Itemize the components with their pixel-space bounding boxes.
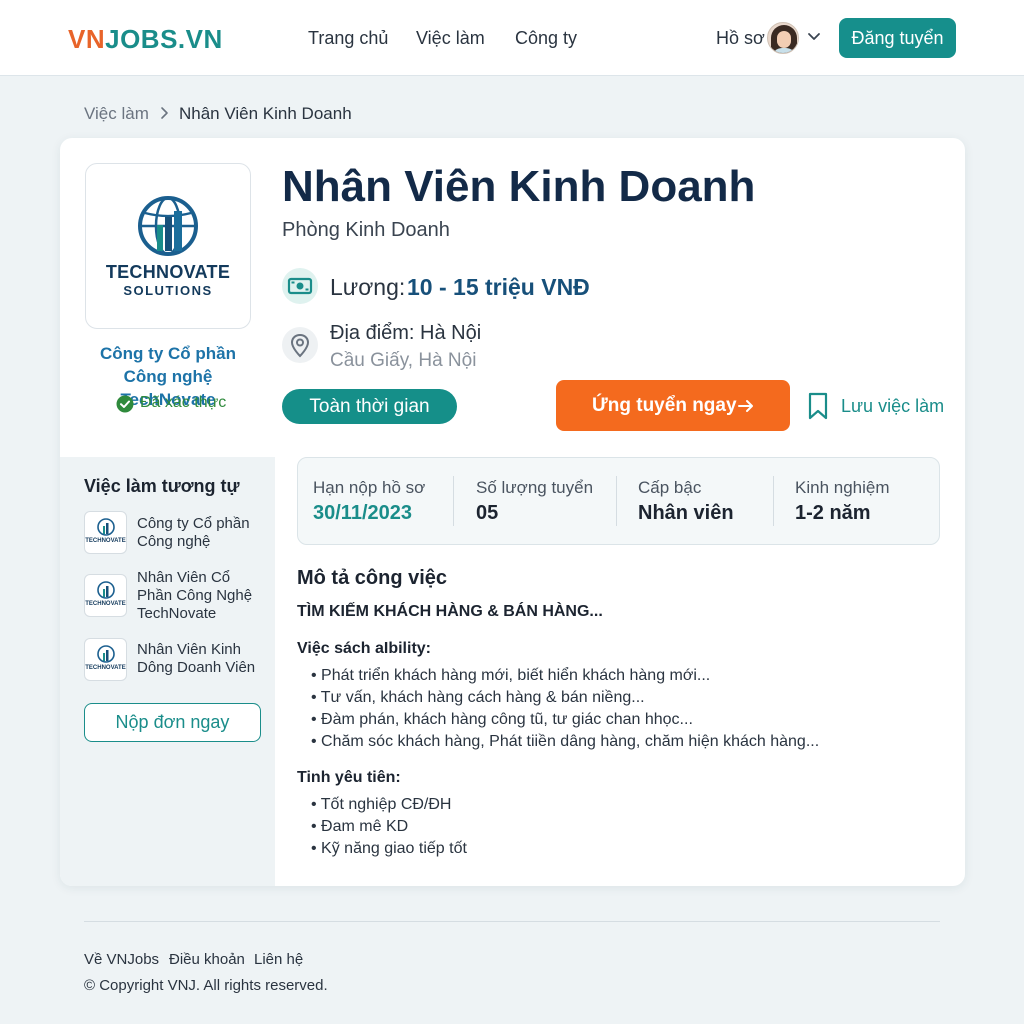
footer-terms-link[interactable]: Điều khoản — [169, 951, 245, 968]
nav-jobs[interactable]: Việc làm — [416, 28, 485, 49]
top-header: VNJOBS.VN Trang chủ Việc làm Công ty Hồ … — [0, 0, 1024, 76]
list-item: • Tư vấn, khách hàng cách hàng & bán niề… — [311, 689, 645, 706]
money-icon — [282, 268, 318, 304]
logo-vn: VN — [68, 24, 106, 54]
footer-contact-link[interactable]: Liên hệ — [254, 951, 303, 968]
logo-brand-sub: SOLUTIONS — [123, 283, 213, 298]
globe-logo-icon — [97, 645, 115, 663]
nav-companies[interactable]: Công ty — [515, 28, 577, 49]
apply-now-button[interactable]: Ứng tuyển ngay — [556, 380, 790, 431]
copyright-text: © Copyright VNJ. All rights reserved. — [84, 977, 328, 994]
similar-job-title[interactable]: Nhân Viên Kinh Dông Doanh Viên — [137, 641, 262, 677]
level-label: Cấp bậc — [638, 478, 702, 497]
similar-job-logo[interactable]: TECHNOVATE — [84, 574, 127, 617]
list-item: • Tốt nghiệp CĐ/ĐH — [311, 796, 452, 813]
salary-value: 10 - 15 triệu VNĐ — [407, 274, 590, 300]
location-label: Địa điểm: Hà Nội — [330, 322, 482, 344]
globe-logo-icon — [97, 518, 115, 536]
divider — [773, 476, 774, 526]
location-detail: Cầu Giấy, Hà Nội — [330, 350, 477, 371]
requirements-heading: Tinh yêu tiên: — [297, 769, 401, 786]
verified-label: Đã xác thực — [140, 394, 227, 411]
deadline-value: 30/11/2023 — [313, 502, 412, 524]
divider — [616, 476, 617, 526]
description-title: Mô tả công việc — [297, 567, 448, 589]
similar-job-title[interactable]: Nhân Viên Cổ Phần Công Nghệ TechNovate — [137, 569, 262, 623]
salary-label: Lương: — [330, 274, 406, 300]
divider — [453, 476, 454, 526]
save-job-link[interactable]: Lưu việc làm — [841, 396, 944, 417]
description-subtitle: TÌM KIẾM KHÁCH HÀNG & BÁN HÀNG... — [297, 603, 603, 620]
nav-home[interactable]: Trang chủ — [308, 28, 388, 49]
job-type-badge: Toàn thời gian — [282, 389, 457, 424]
deadline-label: Hạn nộp hồ sơ — [313, 478, 426, 497]
similar-job-logo[interactable]: TECHNOVATE — [84, 638, 127, 681]
list-item: • Đàm phán, khách hàng công tũ, tư giác … — [311, 711, 693, 728]
list-item: • Đam mê KD — [311, 818, 409, 835]
footer-divider — [84, 921, 940, 922]
similar-jobs-title: Việc làm tương tự — [84, 476, 240, 496]
similar-job-logo[interactable]: TECHNOVATE — [84, 511, 127, 554]
globe-logo-icon — [97, 581, 115, 599]
chevron-down-icon[interactable] — [806, 28, 822, 44]
headcount-label: Số lượng tuyển — [476, 478, 594, 497]
similar-job-logo-text: TECHNOVATE — [85, 538, 126, 544]
profile-menu-label[interactable]: Hồ sơ — [716, 28, 765, 49]
breadcrumb-jobs[interactable]: Việc làm — [84, 104, 149, 124]
logo-brand-name: TECHNOVATE — [105, 262, 231, 282]
similar-job-title[interactable]: Công ty Cổ phần Công nghệ — [137, 515, 262, 551]
similar-job-logo-text: TECHNOVATE — [85, 601, 126, 607]
list-item: • Chăm sóc khách hàng, Phát tiiền dâng h… — [311, 733, 820, 750]
similar-job-logo-text: TECHNOVATE — [85, 665, 126, 671]
responsibilities-heading: Việc sách aIbility: — [297, 640, 431, 657]
verified-check-icon — [116, 395, 134, 413]
list-item: • Kỹ năng giao tiếp tốt — [311, 840, 467, 857]
job-summary-box — [297, 457, 940, 545]
department: Phòng Kinh Doanh — [282, 219, 450, 241]
apply-now-label: Ứng tuyển ngay — [592, 395, 737, 416]
location-pin-icon — [282, 327, 318, 363]
globe-building-logo-icon — [138, 196, 198, 256]
headcount-value: 05 — [476, 502, 499, 524]
experience-value: 1-2 năm — [795, 502, 871, 524]
experience-label: Kinh nghiệm — [795, 478, 890, 497]
post-job-button[interactable]: Đăng tuyển — [839, 18, 956, 58]
avatar[interactable] — [767, 22, 799, 54]
submit-application-button[interactable]: Nộp đơn ngay — [84, 703, 261, 742]
site-logo[interactable]: VNJOBS.VN — [68, 24, 223, 55]
breadcrumb-current: Nhân Viên Kinh Doanh — [179, 104, 352, 123]
arrow-right-icon — [738, 400, 753, 412]
chevron-right-icon — [161, 107, 168, 119]
bookmark-icon[interactable] — [806, 392, 830, 420]
job-title: Nhân Viên Kinh Doanh — [282, 162, 756, 211]
list-item: • Phát triển khách hàng mới, biết hiển k… — [311, 667, 711, 684]
level-value: Nhân viên — [638, 502, 734, 524]
logo-jobs: JOBS.VN — [105, 24, 223, 54]
footer-about-link[interactable]: Về VNJobs — [84, 951, 159, 968]
